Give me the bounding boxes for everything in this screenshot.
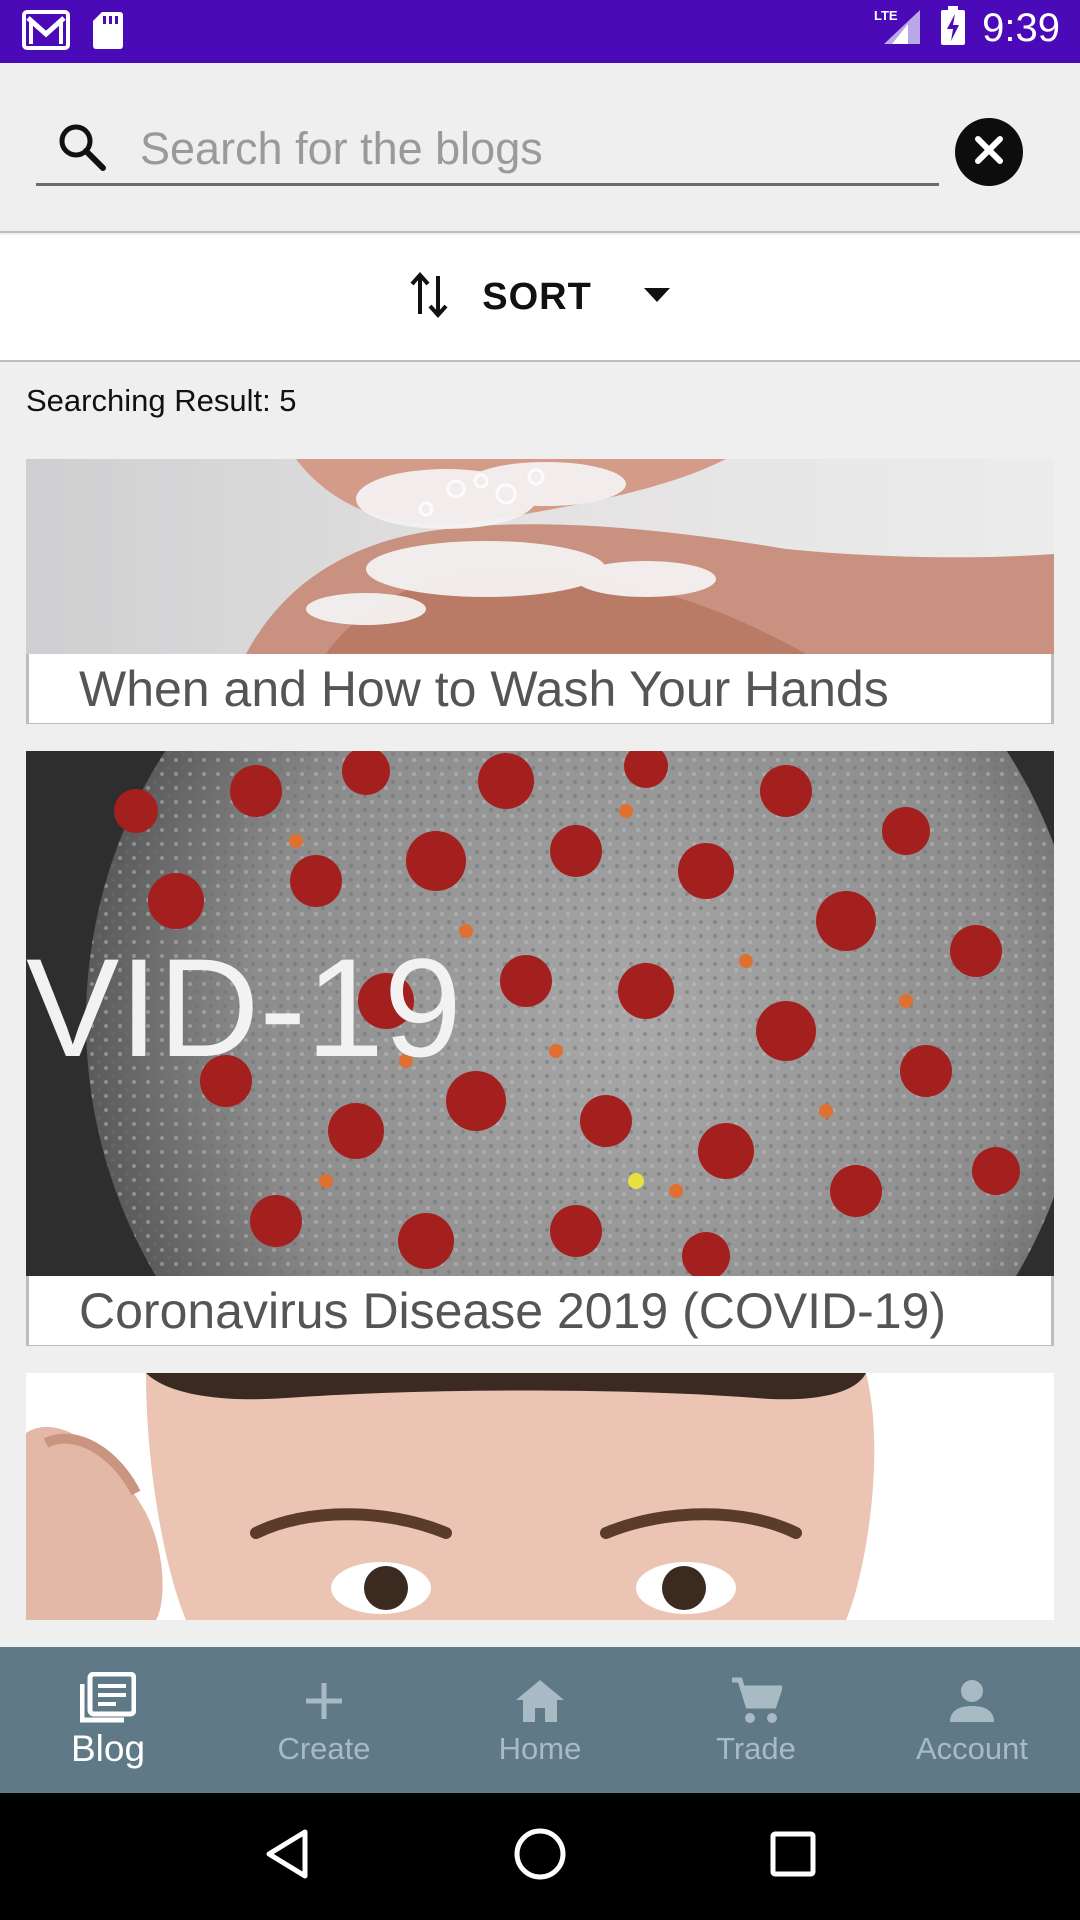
status-bar: LTE 9:39 — [0, 0, 1080, 63]
nav-label: Home — [498, 1731, 582, 1766]
card-title: When and How to Wash Your Hands — [79, 660, 889, 717]
back-button[interactable] — [247, 1817, 327, 1897]
recents-square-icon — [769, 1830, 817, 1883]
search-input[interactable] — [140, 115, 920, 183]
home-circle-icon — [513, 1827, 567, 1886]
search-header — [0, 63, 1080, 233]
sort-bar: SORT — [0, 235, 1080, 362]
person-icon — [942, 1673, 1002, 1729]
nav-label: Account — [915, 1731, 1028, 1766]
sort-label: SORT — [482, 276, 592, 318]
blog-card[interactable]: When and How to Wash Your Hands — [26, 459, 1054, 724]
bottom-navigation: Blog Create Home Trade Account — [0, 1647, 1080, 1793]
nav-item-trade[interactable]: Trade — [648, 1647, 864, 1793]
nav-item-home[interactable]: Home — [432, 1647, 648, 1793]
svg-text:LTE: LTE — [874, 8, 898, 23]
plus-icon — [294, 1673, 354, 1729]
blog-card[interactable] — [26, 1373, 1054, 1620]
search-underline — [36, 183, 939, 186]
card-title-box: Coronavirus Disease 2019 (COVID-19) — [26, 1276, 1054, 1346]
nav-item-create[interactable]: Create — [216, 1647, 432, 1793]
nav-label: Create — [277, 1731, 371, 1766]
nav-item-blog[interactable]: Blog — [0, 1647, 216, 1793]
home-system-button[interactable] — [500, 1817, 580, 1897]
clear-search-button[interactable] — [955, 118, 1023, 186]
card-title-box: When and How to Wash Your Hands — [26, 654, 1054, 724]
image-caption: VID-19 — [26, 929, 462, 1086]
coronavirus-photo: VID-19 — [26, 751, 1054, 1276]
recents-button[interactable] — [753, 1817, 833, 1897]
nav-label: Trade — [716, 1731, 796, 1766]
system-navigation-bar — [0, 1793, 1080, 1920]
signal-icon: LTE — [874, 6, 924, 51]
search-icon — [56, 121, 108, 173]
gmail-icon — [22, 10, 70, 55]
clock: 9:39 — [982, 6, 1060, 50]
nav-item-account[interactable]: Account — [864, 1647, 1080, 1793]
sd-card-icon — [92, 10, 124, 55]
sort-arrows-icon — [408, 270, 452, 325]
cart-icon — [726, 1673, 786, 1729]
close-icon — [972, 133, 1006, 172]
home-icon — [510, 1673, 570, 1729]
blog-card[interactable]: VID-19 Coronavirus Disease 2019 (COVID-1… — [26, 751, 1054, 1346]
nav-label: Blog — [70, 1728, 146, 1769]
result-count: Searching Result: 5 — [26, 383, 297, 418]
card-title: Coronavirus Disease 2019 (COVID-19) — [79, 1282, 947, 1339]
chevron-down-icon — [642, 285, 672, 310]
face-closeup-photo — [26, 1373, 1054, 1620]
blog-icon — [78, 1670, 138, 1726]
hand-washing-photo — [26, 459, 1054, 654]
back-triangle-icon — [263, 1828, 311, 1885]
sort-button[interactable]: SORT — [408, 270, 672, 325]
battery-charging-icon — [940, 6, 966, 51]
